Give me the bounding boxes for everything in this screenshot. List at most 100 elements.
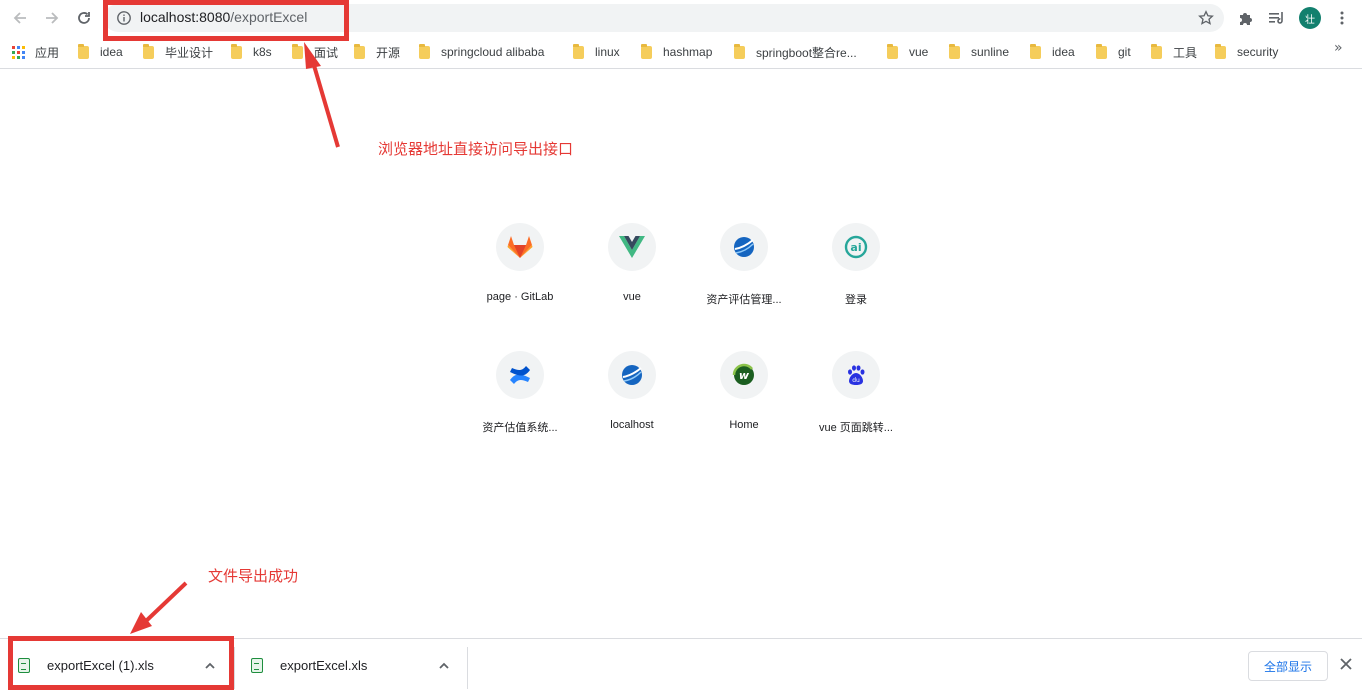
- arrow-to-address: [311, 61, 340, 148]
- shortcut-tile[interactable]: vue: [576, 223, 688, 333]
- svg-text:ai: ai: [850, 241, 861, 254]
- bookmark-folder[interactable]: git: [1096, 41, 1131, 63]
- show-all-downloads-button[interactable]: 全部显示: [1248, 651, 1328, 681]
- bookmark-folder[interactable]: k8s: [231, 41, 272, 63]
- shortcut-tile[interactable]: page · GitLab: [464, 223, 576, 333]
- folder-icon: [292, 43, 303, 59]
- folder-icon: [1096, 43, 1107, 59]
- download-divider: [467, 647, 468, 689]
- globe-icon: [608, 351, 656, 399]
- bookmark-folder[interactable]: 开源: [354, 41, 400, 63]
- shortcut-label: 资产估值系统...: [482, 422, 558, 434]
- shortcut-label: 资产评估管理...: [706, 294, 782, 306]
- bookmark-label: springboot整合re...: [756, 45, 857, 60]
- download-item[interactable]: exportExcel.xls: [251, 639, 367, 690]
- browser-window: localhost:8080/exportExcel 壮 应用 idea 毕业设…: [0, 0, 1362, 690]
- bookmark-folder[interactable]: hashmap: [641, 41, 712, 63]
- shortcut-label: 登录: [845, 294, 867, 306]
- annotation-box-address: [103, 0, 349, 41]
- bookmark-folder[interactable]: 毕业设计: [143, 41, 213, 63]
- shortcut-label: localhost: [610, 419, 654, 431]
- arrow-to-download: [143, 581, 188, 624]
- bookmark-label: sunline: [971, 45, 1010, 59]
- bookmark-folder[interactable]: idea: [1030, 41, 1075, 63]
- login-logo-icon: ai: [832, 223, 880, 271]
- bookmark-folder[interactable]: springcloud alibaba: [419, 41, 544, 63]
- back-arrow-icon[interactable]: [8, 6, 32, 30]
- folder-icon: [887, 43, 898, 59]
- folder-icon: [1030, 43, 1041, 59]
- shortcut-tile[interactable]: 资产评估管理...: [688, 223, 800, 333]
- folder-icon: [1215, 43, 1226, 59]
- confluence-icon: [496, 351, 544, 399]
- bookmark-label: 工具: [1173, 45, 1198, 60]
- shortcut-label: page · GitLab: [486, 291, 554, 303]
- folder-icon: [78, 43, 89, 59]
- bookmark-label: linux: [595, 45, 620, 59]
- download-filename: exportExcel.xls: [280, 657, 368, 673]
- folder-icon: [143, 43, 154, 59]
- reload-icon[interactable]: [72, 6, 96, 30]
- bookmark-label: springcloud alibaba: [441, 45, 545, 59]
- bookmark-apps[interactable]: 应用: [12, 41, 59, 63]
- bookmark-folder[interactable]: linux: [573, 41, 620, 63]
- folder-icon: [641, 43, 652, 59]
- bookmark-folder[interactable]: 工具: [1151, 41, 1197, 63]
- arrow-head-download: [130, 612, 152, 634]
- shortcut-tile[interactable]: w Home: [688, 351, 800, 461]
- annotation-arrows: [130, 42, 340, 634]
- bookmark-label: security: [1237, 45, 1279, 59]
- apps-grid-icon: [12, 45, 25, 59]
- bookmark-label: 应用: [35, 45, 60, 60]
- home-logo-icon: w: [720, 351, 768, 399]
- extensions-puzzle-icon[interactable]: [1235, 7, 1257, 29]
- chevron-up-icon[interactable]: [437, 658, 451, 672]
- shortcut-tile[interactable]: du vue 页面跳转...: [800, 351, 912, 461]
- annotation-box-download: [8, 636, 234, 690]
- globe-icon: [720, 223, 768, 271]
- bookmark-label: k8s: [253, 45, 272, 59]
- gitlab-icon: [496, 223, 544, 271]
- svg-text:du: du: [852, 377, 860, 384]
- bookmark-label: 开源: [376, 45, 401, 60]
- profile-avatar[interactable]: 壮: [1299, 7, 1321, 29]
- folder-icon: [1151, 43, 1162, 59]
- folder-icon: [573, 43, 584, 59]
- star-icon[interactable]: [1196, 8, 1216, 28]
- baidu-icon: du: [832, 351, 880, 399]
- forward-arrow-icon[interactable]: [40, 6, 64, 30]
- annotation-address-note: 浏览器地址直接访问导出接口: [378, 140, 574, 158]
- bookmark-label: idea: [100, 45, 123, 59]
- bookmark-label: hashmap: [663, 45, 713, 59]
- folder-icon: [949, 43, 960, 59]
- download-divider: [234, 647, 235, 689]
- bookmark-folder[interactable]: vue: [887, 41, 928, 63]
- more-vertical-icon[interactable]: [1331, 7, 1353, 29]
- folder-icon: [734, 43, 745, 59]
- shortcut-tile[interactable]: ai 登录: [800, 223, 912, 333]
- folder-icon: [354, 43, 365, 59]
- shortcut-label: Home: [729, 419, 759, 431]
- shortcut-label: vue 页面跳转...: [819, 422, 893, 434]
- svg-text:w: w: [739, 369, 750, 382]
- bookmark-label: 毕业设计: [165, 45, 214, 60]
- bookmark-folder[interactable]: sunline: [949, 41, 1009, 63]
- bookmark-folder[interactable]: springboot整合re...: [734, 41, 857, 63]
- shortcut-label: vue: [623, 291, 641, 303]
- bookmark-folder[interactable]: security: [1215, 41, 1278, 63]
- bookmark-folder[interactable]: 面试: [292, 41, 338, 63]
- shortcut-tile[interactable]: 资产估值系统...: [464, 351, 576, 461]
- bookmarks-overflow-icon[interactable]: »: [1334, 40, 1343, 56]
- excel-file-icon: [251, 657, 263, 673]
- bookmark-folder[interactable]: idea: [78, 41, 123, 63]
- annotation-download-note: 文件导出成功: [208, 567, 299, 585]
- bookmark-label: 面试: [314, 45, 339, 60]
- reading-list-icon[interactable]: [1266, 7, 1288, 29]
- shortcut-tile[interactable]: localhost: [576, 351, 688, 461]
- close-icon[interactable]: [1338, 656, 1354, 672]
- folder-icon: [231, 43, 242, 59]
- vue-icon: [608, 223, 656, 271]
- bookmark-label: vue: [909, 45, 929, 59]
- bookmark-label: idea: [1052, 45, 1075, 59]
- folder-icon: [419, 43, 430, 59]
